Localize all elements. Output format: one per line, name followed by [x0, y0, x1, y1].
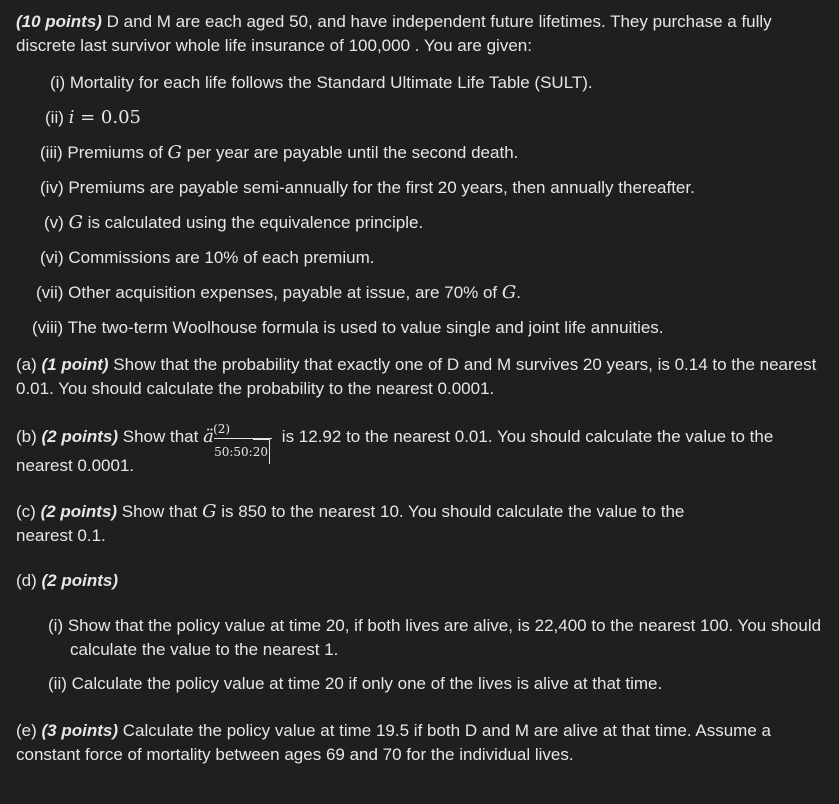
given-item-4: (iv) Premiums are payable semi-annually …: [40, 178, 695, 197]
problem-intro: (10 points) D and M are each aged 50, an…: [16, 10, 825, 58]
given-item-1: (i) Mortality for each life follows the …: [50, 73, 593, 92]
given-list: (i) Mortality for each life follows the …: [16, 71, 825, 351]
problem-document: (10 points) D and M are each aged 50, an…: [0, 0, 839, 804]
given-item-5: (v) G is calculated using the equivalenc…: [44, 212, 424, 233]
given-item-6: (vi) Commissions are 10% of each premium…: [40, 248, 375, 267]
part-d-item-2: (ii) Calculate the policy value at time …: [48, 674, 663, 693]
part-d-list: (i) Show that the policy value at time 2…: [16, 614, 825, 696]
part-e: (e) (3 points) Calculate the policy valu…: [16, 721, 771, 764]
annuity-symbol: ä (2) 50:50:20: [203, 422, 277, 464]
part-b: (b) (2 points) Show that ä (2) 50:50:20 is…: [16, 422, 774, 475]
part-c: (c) (2 points) Show that G is 850 to the…: [16, 501, 685, 545]
given-item-3: (iii) Premiums of G per year are payable…: [40, 142, 519, 163]
given-item-8: (viii) The two-term Woolhouse formula is…: [32, 318, 664, 337]
intro-text: D and M are each aged 50, and have indep…: [16, 12, 772, 55]
intro-points: (10 points): [16, 12, 102, 31]
part-a: (a) (1 point) Show that the probability …: [16, 355, 817, 398]
part-d: (d) (2 points): [16, 571, 119, 590]
part-d-item-1: (i) Show that the policy value at time 2…: [48, 616, 822, 659]
given-item-7: (vii) Other acquisition expenses, payabl…: [36, 282, 522, 303]
given-item-2: (ii) i = 0.05: [45, 107, 141, 128]
